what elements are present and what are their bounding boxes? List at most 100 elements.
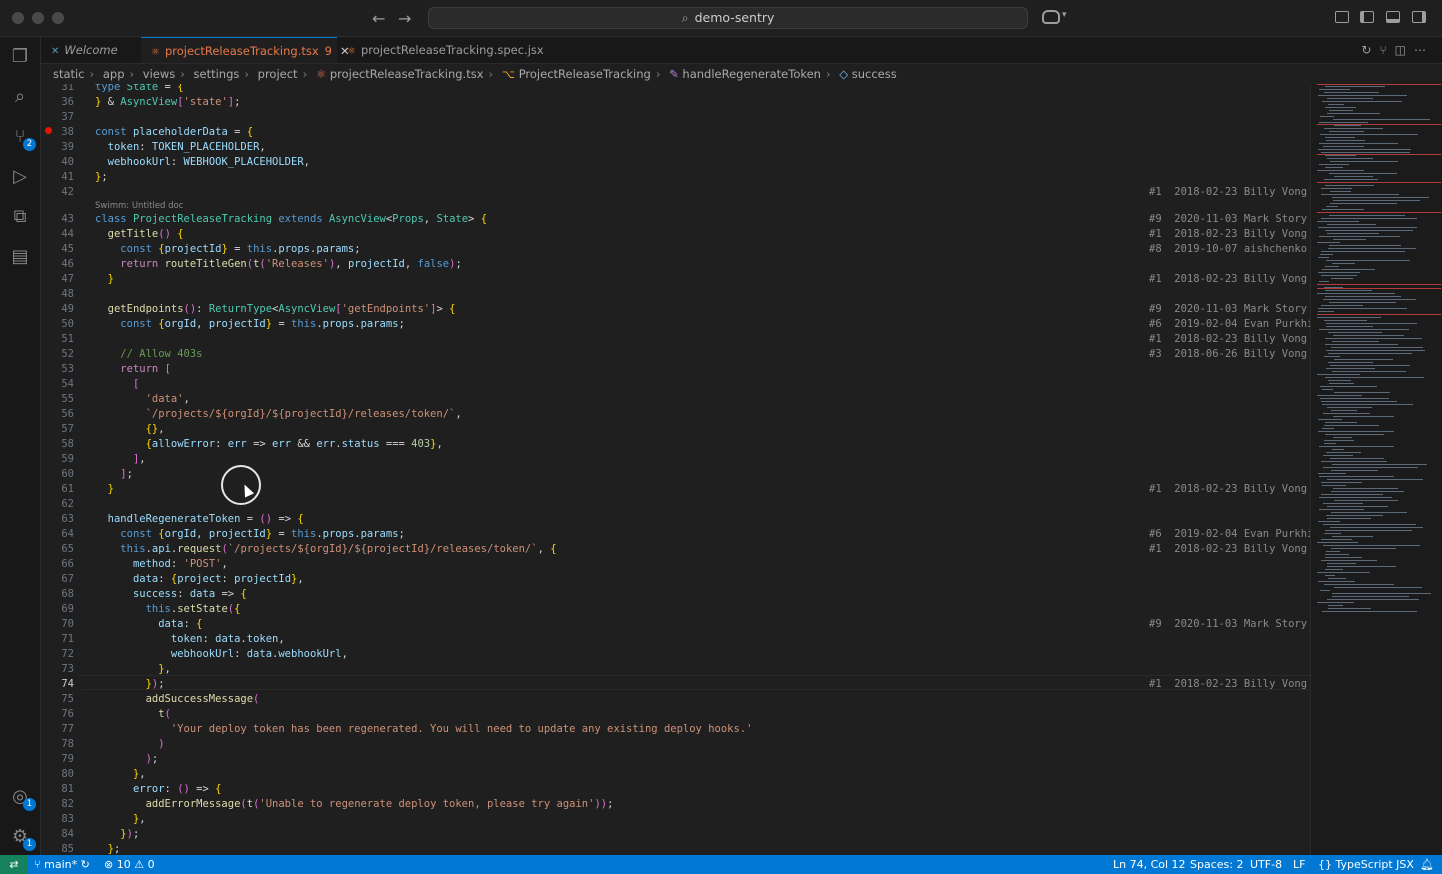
notifications-bell-icon[interactable]: 🔔︎ <box>1420 855 1434 874</box>
minimap-line <box>1325 167 1343 168</box>
code-line[interactable]: ]; <box>95 468 133 480</box>
editor-actions[interactable]: ↻⑂◫⋯ <box>1361 43 1434 57</box>
minimap-line <box>1325 86 1385 87</box>
code-line[interactable]: webhookUrl: WEBHOOK_PLACEHOLDER, <box>95 156 310 168</box>
run-debug-icon[interactable]: ▷ <box>8 165 32 189</box>
encoding-status[interactable]: UTF-8 <box>1250 855 1282 874</box>
maximize-window-button[interactable] <box>52 12 64 24</box>
code-line[interactable]: class ProjectReleaseTracking extends Asy… <box>95 213 487 225</box>
breadcrumb-item[interactable]: views <box>143 67 175 81</box>
code-line[interactable]: getTitle() { <box>95 228 184 240</box>
copilot-icon[interactable] <box>1042 10 1060 24</box>
code-line[interactable]: return [ <box>95 363 171 375</box>
minimap-line <box>1333 488 1398 489</box>
explorer-icon[interactable]: ❐ <box>8 45 32 69</box>
breadcrumb-item[interactable]: settings <box>194 67 240 81</box>
source-control-badge: 2 <box>23 138 36 151</box>
toggle-primary-sidebar-icon[interactable] <box>1360 11 1374 23</box>
code-line[interactable]: getEndpoints(): ReturnType<AsyncView['ge… <box>95 303 456 315</box>
command-center-search[interactable]: ⌕ demo-sentry <box>428 7 1028 29</box>
code-line[interactable]: } <box>95 483 114 495</box>
code-line[interactable]: token: data.token, <box>95 633 285 645</box>
code-line[interactable]: }, <box>95 813 146 825</box>
branch-status[interactable]: ⑂ main* ↻ <box>34 855 90 874</box>
code-line[interactable]: ); <box>95 753 159 765</box>
indentation-status[interactable]: Spaces: 2 <box>1190 855 1243 874</box>
code-line[interactable]: // Allow 403s <box>95 348 202 360</box>
swimm-codelens[interactable]: Swimm: Untitled doc <box>95 201 183 211</box>
code-line[interactable]: t( <box>95 708 171 720</box>
breadcrumb-item[interactable]: static <box>53 67 85 81</box>
code-line[interactable]: [ <box>95 378 139 390</box>
code-line[interactable]: error: () => { <box>95 783 222 795</box>
code-line[interactable]: success: data => { <box>95 588 247 600</box>
minimize-window-button[interactable] <box>32 12 44 24</box>
code-line[interactable]: method: 'POST', <box>95 558 228 570</box>
close-window-button[interactable] <box>12 12 24 24</box>
open-changes-icon[interactable]: ↻ <box>1361 43 1379 57</box>
code-line[interactable]: } & AsyncView['state']; <box>95 96 240 108</box>
code-line[interactable]: }); <box>95 678 165 690</box>
customize-layout-icon[interactable] <box>1335 11 1349 23</box>
tab-welcome[interactable]: ✕ Welcome <box>41 37 141 63</box>
back-arrow-icon[interactable]: ← <box>372 9 385 28</box>
source-control-icon[interactable]: ⑂ 2 <box>8 125 36 151</box>
code-line[interactable]: handleRegenerateToken = () => { <box>95 513 304 525</box>
extensions-icon[interactable]: ⧉ <box>8 205 32 229</box>
git-compare-icon[interactable]: ⑂ <box>1379 43 1394 57</box>
code-line[interactable]: const {orgId, projectId} = this.props.pa… <box>95 318 405 330</box>
eol-status[interactable]: LF <box>1293 855 1305 874</box>
code-line[interactable]: data: { <box>95 618 202 630</box>
code-line[interactable]: }); <box>95 828 139 840</box>
breadcrumb-item[interactable]: app <box>103 67 125 81</box>
code-line[interactable]: const {projectId} = this.props.params; <box>95 243 360 255</box>
language-mode[interactable]: {} TypeScript JSX <box>1318 855 1414 874</box>
code-line[interactable]: addSuccessMessage( <box>95 693 260 705</box>
manage-gear-icon[interactable]: ⚙ 1 <box>8 825 36 851</box>
code-line[interactable]: this.api.request(`/projects/${orgId}/${p… <box>95 543 556 555</box>
breadcrumb-item[interactable]: handleRegenerateToken <box>682 67 821 81</box>
tab-project-release-tracking[interactable]: ⚛ projectReleaseTracking.tsx 9 ✕ <box>141 37 350 63</box>
breadcrumb-item[interactable]: project <box>258 67 298 81</box>
cursor-position[interactable]: Ln 74, Col 12 <box>1113 855 1186 874</box>
code-line[interactable]: const placeholderData = { <box>95 126 253 138</box>
code-line[interactable]: ], <box>95 453 146 465</box>
code-line[interactable]: type State = { <box>95 84 184 93</box>
minimap[interactable] <box>1310 84 1442 855</box>
code-line[interactable]: 'Your deploy token has been regenerated.… <box>95 723 753 735</box>
chevron-down-icon[interactable]: ▾ <box>1062 10 1067 20</box>
breadcrumb-item[interactable]: ProjectReleaseTracking <box>519 67 651 81</box>
code-line[interactable]: } <box>95 273 114 285</box>
code-line[interactable]: const {orgId, projectId} = this.props.pa… <box>95 528 405 540</box>
code-line[interactable]: data: {project: projectId}, <box>95 573 304 585</box>
forward-arrow-icon[interactable]: → <box>398 9 411 28</box>
code-line[interactable]: 'data', <box>95 393 190 405</box>
code-line[interactable]: ) <box>95 738 164 750</box>
accounts-icon[interactable]: ◎ 1 <box>8 785 36 811</box>
split-editor-icon[interactable]: ◫ <box>1395 43 1414 57</box>
code-line[interactable]: `/projects/${orgId}/${projectId}/release… <box>95 408 462 420</box>
code-line[interactable]: }, <box>95 663 171 675</box>
problems-status[interactable]: ⊗ 10 ⚠ 0 <box>104 855 155 874</box>
code-line[interactable]: this.setState({ <box>95 603 241 615</box>
code-line[interactable]: return routeTitleGen(t('Releases'), proj… <box>95 258 461 270</box>
toggle-panel-icon[interactable] <box>1386 11 1400 23</box>
sync-icon[interactable]: ↻ <box>81 858 90 871</box>
breadcrumb-item[interactable]: success <box>852 67 897 81</box>
code-line[interactable]: token: TOKEN_PLACEHOLDER, <box>95 141 266 153</box>
swimm-icon[interactable]: ▤ <box>8 245 32 269</box>
code-line[interactable]: {}, <box>95 423 165 435</box>
code-line[interactable]: addErrorMessage(t('Unable to regenerate … <box>95 798 614 810</box>
code-line[interactable]: }; <box>95 171 108 183</box>
code-line[interactable]: }; <box>95 843 121 855</box>
minimap-line <box>1318 521 1340 522</box>
code-line[interactable]: {allowError: err => err && err.status ==… <box>95 438 443 450</box>
breadcrumb-item[interactable]: projectReleaseTracking.tsx <box>330 67 484 81</box>
code-line[interactable]: webhookUrl: data.webhookUrl, <box>95 648 348 660</box>
more-actions-icon[interactable]: ⋯ <box>1414 43 1434 57</box>
toggle-secondary-sidebar-icon[interactable] <box>1412 11 1426 23</box>
search-view-icon[interactable]: ⌕ <box>8 85 32 109</box>
code-line[interactable]: }, <box>95 768 146 780</box>
remote-indicator-icon[interactable]: ⇄ <box>0 855 28 874</box>
tab-project-release-tracking-spec[interactable]: ⚛ projectReleaseTracking.spec.jsx <box>337 37 547 63</box>
